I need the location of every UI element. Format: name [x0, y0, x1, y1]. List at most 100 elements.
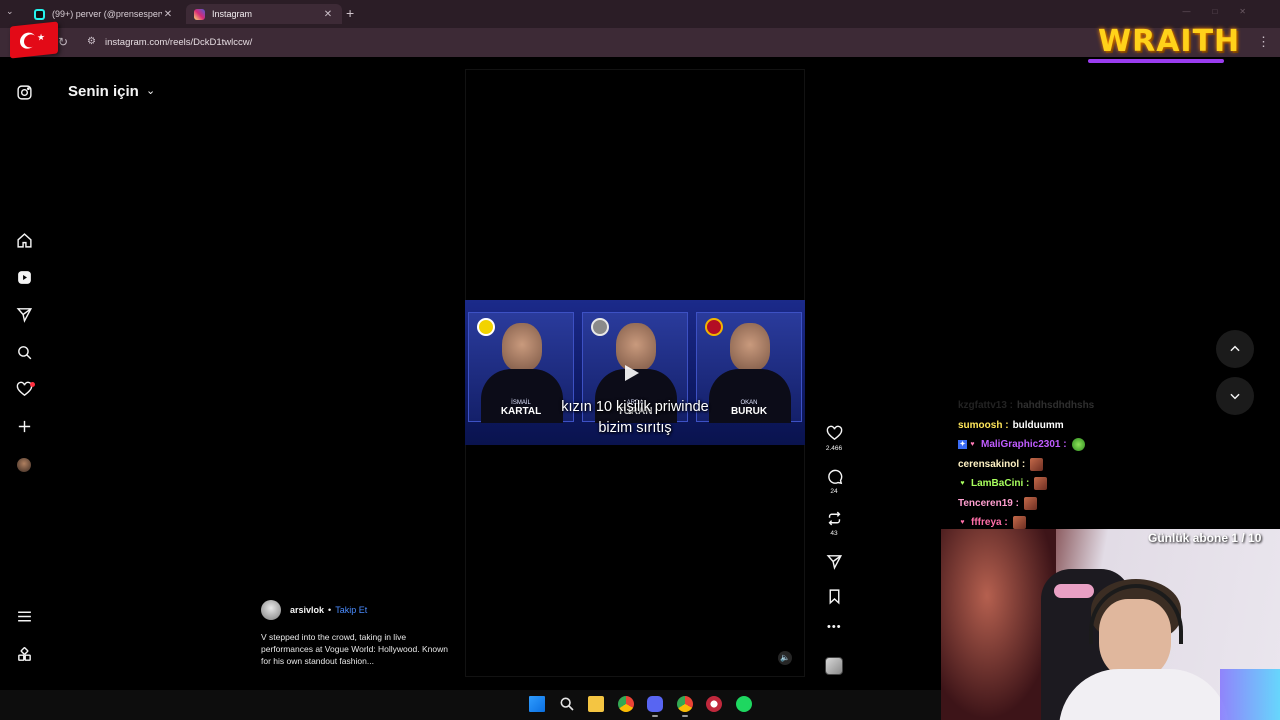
close-tab-icon[interactable]: ✕	[322, 9, 334, 20]
instagram-favicon-icon	[194, 8, 205, 20]
like-action[interactable]: 2.466	[822, 425, 846, 452]
emote-icon	[1030, 457, 1044, 471]
url-field[interactable]: instagram.com/reels/DckD1twlccw/	[105, 37, 252, 48]
audio-thumbnail[interactable]	[825, 657, 843, 675]
new-tab-button[interactable]: +	[346, 5, 354, 21]
club-badge-icon	[477, 318, 495, 336]
previous-reel-button[interactable]	[1216, 330, 1254, 368]
next-reel-button[interactable]	[1216, 377, 1254, 415]
wall-poster	[941, 529, 1056, 720]
club-badge-icon	[705, 318, 723, 336]
save-action[interactable]	[822, 588, 846, 605]
chat-message: Tenceren19 :	[958, 494, 1198, 514]
home-icon[interactable]	[14, 230, 34, 250]
comment-count: 24	[830, 488, 838, 495]
browser-tab-bar: ⌄ (99+) perver (@prensesperver) | ✕ Inst…	[0, 0, 1280, 28]
follow-button[interactable]: Takip Et	[335, 605, 367, 615]
bookmark-icon[interactable]	[826, 588, 843, 605]
chair-logo	[1054, 584, 1094, 598]
spotify-icon[interactable]	[736, 696, 752, 712]
menu-icon[interactable]	[14, 606, 34, 626]
reload-icon[interactable]: ↻	[58, 35, 68, 49]
wraith-underline	[1088, 59, 1224, 63]
author-name[interactable]: arsivlok	[290, 605, 324, 615]
feed-title[interactable]: Senin için	[68, 83, 139, 100]
chrome-icon[interactable]	[677, 696, 693, 712]
chat-username: MaliGraphic2301 :	[981, 439, 1067, 451]
chat-text: hahdhsdhdhshs	[1017, 400, 1095, 412]
repost-count: 43	[830, 530, 838, 537]
active-indicator	[682, 715, 688, 717]
discord-icon[interactable]	[647, 696, 663, 712]
reels-icon[interactable]	[14, 267, 34, 287]
turkish-flag-overlay: ★	[10, 21, 58, 59]
reel-description[interactable]: V stepped into the crowd, taking in live…	[261, 631, 451, 667]
chat-username: Tenceren19 :	[958, 497, 1019, 509]
like-count: 2.466	[825, 445, 843, 452]
chat-username: fffreya :	[971, 517, 1008, 529]
caption-line: bizim sırıtış	[598, 420, 672, 436]
chrome-icon[interactable]	[618, 696, 634, 712]
separator-dot: •	[328, 605, 332, 615]
author-avatar[interactable]	[261, 600, 281, 620]
repost-action[interactable]: 43	[822, 510, 846, 537]
chat-badges: ♥	[958, 479, 968, 488]
chat-message: ✦ ♥ MaliGraphic2301 :	[958, 435, 1198, 455]
emote-icon	[1034, 477, 1048, 491]
chat-badges: ✦ ♥	[958, 440, 978, 450]
stream-chat: kzgfattv13 : hahdhsdhdhshs sumoosh : bul…	[958, 396, 1198, 533]
notification-dot	[30, 382, 35, 387]
create-icon[interactable]	[14, 416, 34, 436]
crescent-cutout	[24, 33, 37, 49]
taskbar-search-icon[interactable]	[559, 696, 575, 712]
reel-frame[interactable]: İSMAİL KARTAL ARDA TURAN OKAN BURUK kızı…	[465, 300, 805, 445]
chat-username: sumoosh :	[958, 419, 1009, 431]
streamer-webcam	[941, 529, 1280, 720]
coach-head	[616, 323, 656, 371]
window-controls[interactable]: —□✕	[1182, 7, 1268, 16]
chat-message: sumoosh : bulduumm	[958, 416, 1198, 436]
tiktok-icon	[34, 8, 45, 20]
chat-username: cerensakinol :	[958, 458, 1026, 470]
more-options-icon[interactable]: •••	[827, 621, 842, 633]
browser-menu-icon[interactable]: ⋮	[1257, 34, 1270, 50]
chat-message: cerensakinol :	[958, 455, 1198, 475]
chevron-down-icon[interactable]: ⌄	[146, 84, 155, 97]
site-info-icon[interactable]: ⚙	[87, 36, 96, 47]
sub-badge-icon: ♥	[970, 441, 975, 449]
chat-username: LamBaCini :	[971, 478, 1030, 490]
send-icon[interactable]	[14, 304, 34, 324]
profile-avatar[interactable]	[17, 458, 31, 472]
play-icon[interactable]	[625, 365, 639, 381]
tab-tiktok[interactable]: (99+) perver (@prensesperver) | ✕	[26, 4, 182, 24]
club-badge-icon	[591, 318, 609, 336]
mute-icon[interactable]: 🔈	[778, 651, 792, 665]
tab-instagram[interactable]: Instagram ✕	[186, 4, 342, 24]
chevron-up-icon	[1230, 345, 1240, 352]
sub-badge-icon: ♥	[960, 480, 965, 488]
tab-search-chevron-icon[interactable]: ⌄	[6, 6, 14, 17]
chat-message: ♥ LamBaCini :	[958, 474, 1198, 494]
app-icon[interactable]	[706, 696, 722, 712]
tab-label: (99+) perver (@prensesperver) |	[52, 9, 162, 19]
windows-start-icon[interactable]	[529, 696, 545, 712]
heart-icon[interactable]	[826, 425, 843, 442]
chat-text: bulduumm	[1012, 419, 1064, 431]
share-action[interactable]	[822, 553, 846, 570]
repost-icon[interactable]	[826, 510, 843, 527]
meta-apps-icon[interactable]	[14, 644, 34, 664]
chat-badges: ♥	[958, 518, 968, 527]
chevron-down-icon	[1230, 393, 1240, 400]
sub-badge-icon: ♥	[960, 519, 965, 527]
comment-icon[interactable]	[826, 468, 843, 485]
close-tab-icon[interactable]: ✕	[162, 9, 174, 20]
chat-message: kzgfattv13 : hahdhsdhdhshs	[958, 396, 1198, 416]
emote-icon	[1023, 496, 1037, 510]
emote-icon	[1012, 516, 1026, 530]
emote-icon	[1071, 438, 1085, 452]
send-icon[interactable]	[826, 553, 843, 570]
file-explorer-icon[interactable]	[588, 696, 604, 712]
search-icon[interactable]	[14, 342, 34, 362]
instagram-icon[interactable]	[14, 82, 34, 102]
comment-action[interactable]: 24	[822, 468, 846, 495]
